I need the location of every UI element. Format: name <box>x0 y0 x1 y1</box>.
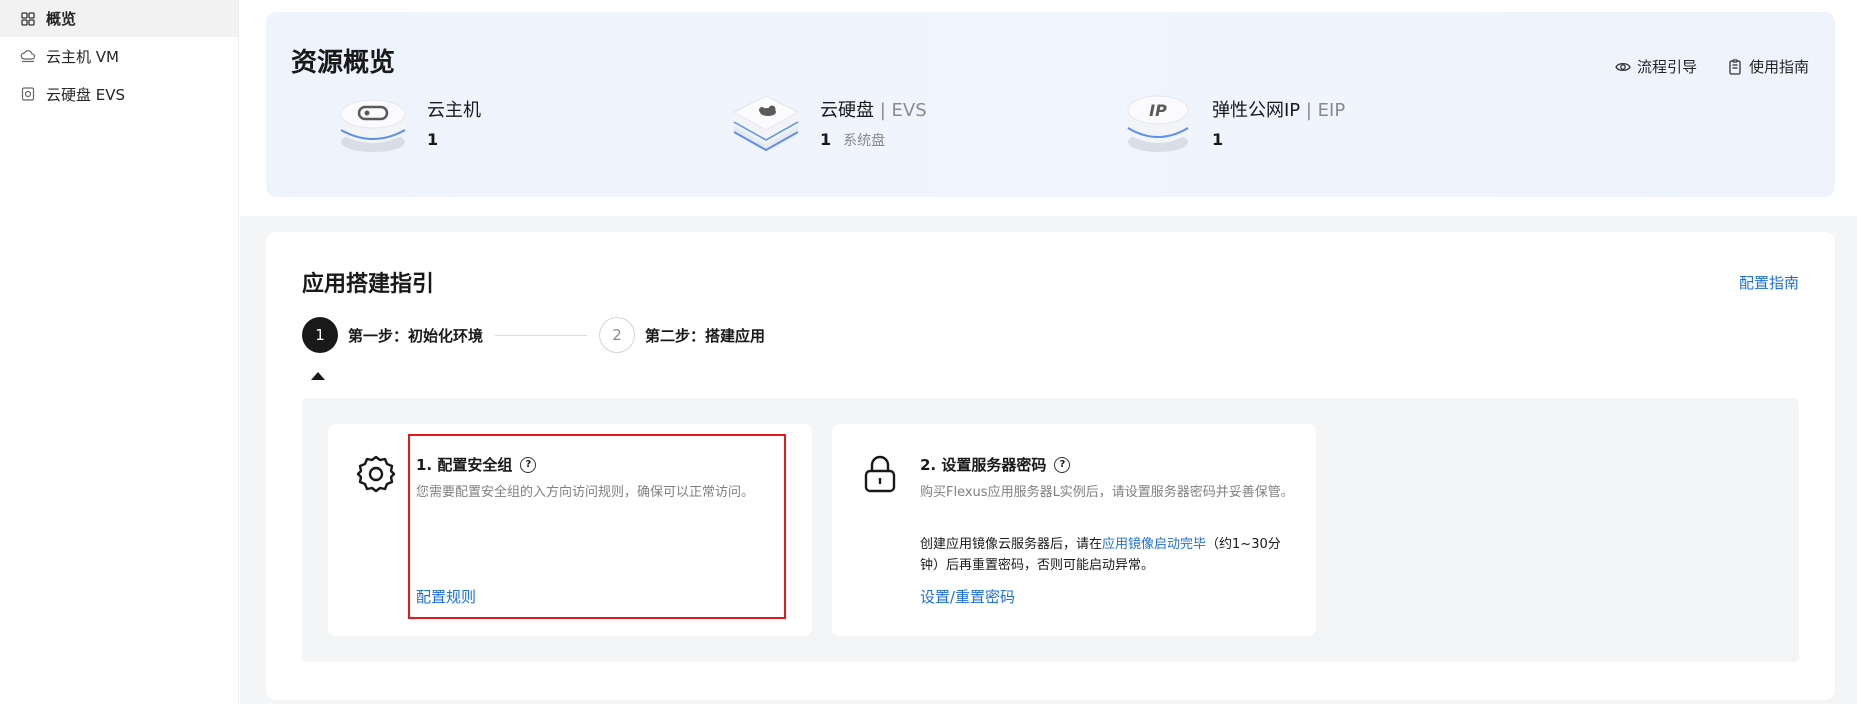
gear-icon <box>356 455 396 493</box>
guide-title: 应用搭建指引 <box>302 272 435 297</box>
step-connector <box>495 334 588 336</box>
resource-count: 1 <box>427 130 439 149</box>
disk-icon <box>20 86 36 102</box>
security-group-card: 1. 配置安全组 ? 您需要配置安全组的入方向访问规则，确保可以正常访问。 配置… <box>328 424 812 636</box>
steps-bar: 1 第一步：初始化环境 2 第二步：搭建应用 <box>302 317 765 353</box>
sidebar-item-evs[interactable]: 云硬盘 EVS <box>0 75 238 113</box>
sidebar-item-vm[interactable]: 云主机 VM <box>0 37 238 75</box>
card-note: 创建应用镜像云服务器后，请在应用镜像启动完毕（约1~30分钟）后再重置密码，否则… <box>920 537 1281 573</box>
document-icon <box>1729 58 1741 75</box>
resource-eip[interactable]: IP 弹性公网IP | EIP 1 <box>1124 92 1345 154</box>
process-guide-link[interactable]: 流程引导 <box>1615 56 1697 77</box>
disk-stack-icon <box>732 92 800 154</box>
process-guide-label: 流程引导 <box>1636 58 1697 76</box>
resource-evs[interactable]: 云硬盘 | EVS 1 系统盘 <box>732 92 927 154</box>
resource-count: 1 <box>1212 130 1224 149</box>
resource-note: 系统盘 <box>843 133 886 149</box>
usage-guide-link[interactable]: 使用指南 <box>1727 56 1809 77</box>
server-cloud-icon <box>339 92 407 154</box>
help-icon[interactable]: ? <box>520 456 537 473</box>
server-password-card: 2. 设置服务器密码 ? 购买Flexus应用服务器L实例后，请设置服务器密码并… <box>832 424 1316 636</box>
resource-name: 云硬盘 | EVS <box>820 100 927 121</box>
ip-icon: IP <box>1124 92 1192 154</box>
sidebar-item-overview[interactable]: 概览 <box>0 0 238 37</box>
sidebar: 概览 云主机 VM 云硬盘 EVS <box>0 0 239 704</box>
main-content: 资源概览 流程引导 使用指南 云主机 1 云硬盘 | EVS 1 系统盘 IP … <box>240 0 1857 704</box>
help-icon[interactable]: ? <box>1054 456 1071 473</box>
card-description: 您需要配置安全组的入方向访问规则，确保可以正常访问。 <box>416 485 755 500</box>
overview-links: 流程引导 使用指南 <box>1615 56 1809 77</box>
resource-vm[interactable]: 云主机 1 <box>339 92 481 154</box>
sidebar-item-label: 云主机 VM <box>46 47 119 66</box>
resource-overview-card: 资源概览 流程引导 使用指南 云主机 1 云硬盘 | EVS 1 系统盘 IP … <box>266 12 1835 197</box>
sidebar-item-label: 云硬盘 EVS <box>46 85 126 104</box>
resource-name: 弹性公网IP | EIP <box>1212 100 1346 121</box>
reset-password-link[interactable]: 设置/重置密码 <box>920 586 1015 607</box>
image-startup-link[interactable]: 应用镜像启动完毕 <box>1102 537 1206 552</box>
app-setup-guide-card: 应用搭建指引 配置指南 1 第一步：初始化环境 2 第二步：搭建应用 1. 配置… <box>266 232 1835 700</box>
card-description: 购买Flexus应用服务器L实例后，请设置服务器密码并妥善保管。 <box>920 485 1294 500</box>
usage-guide-label: 使用指南 <box>1748 58 1809 76</box>
resource-count: 1 系统盘 <box>820 130 886 149</box>
configure-rules-link[interactable]: 配置规则 <box>416 586 476 607</box>
lock-icon <box>864 455 896 493</box>
card-title: 1. 配置安全组 ? <box>416 454 537 475</box>
svg-text:IP: IP <box>1149 101 1167 120</box>
step-2-label[interactable]: 第二步：搭建应用 <box>645 325 765 346</box>
config-guide-link[interactable]: 配置指南 <box>1739 272 1799 293</box>
grid-icon <box>20 11 36 27</box>
step-caret-icon <box>311 372 325 380</box>
sidebar-item-label: 概览 <box>46 10 77 28</box>
step-panel: 1. 配置安全组 ? 您需要配置安全组的入方向访问规则，确保可以正常访问。 配置… <box>302 398 1799 662</box>
step-1-label[interactable]: 第一步：初始化环境 <box>348 325 483 346</box>
card-title: 2. 设置服务器密码 ? <box>920 454 1071 475</box>
eye-icon <box>1615 62 1631 71</box>
resource-name: 云主机 <box>427 100 481 121</box>
overview-title: 资源概览 <box>291 48 396 78</box>
cloud-icon <box>20 48 36 64</box>
step-1-indicator[interactable]: 1 <box>302 317 338 353</box>
step-2-indicator[interactable]: 2 <box>599 317 636 353</box>
